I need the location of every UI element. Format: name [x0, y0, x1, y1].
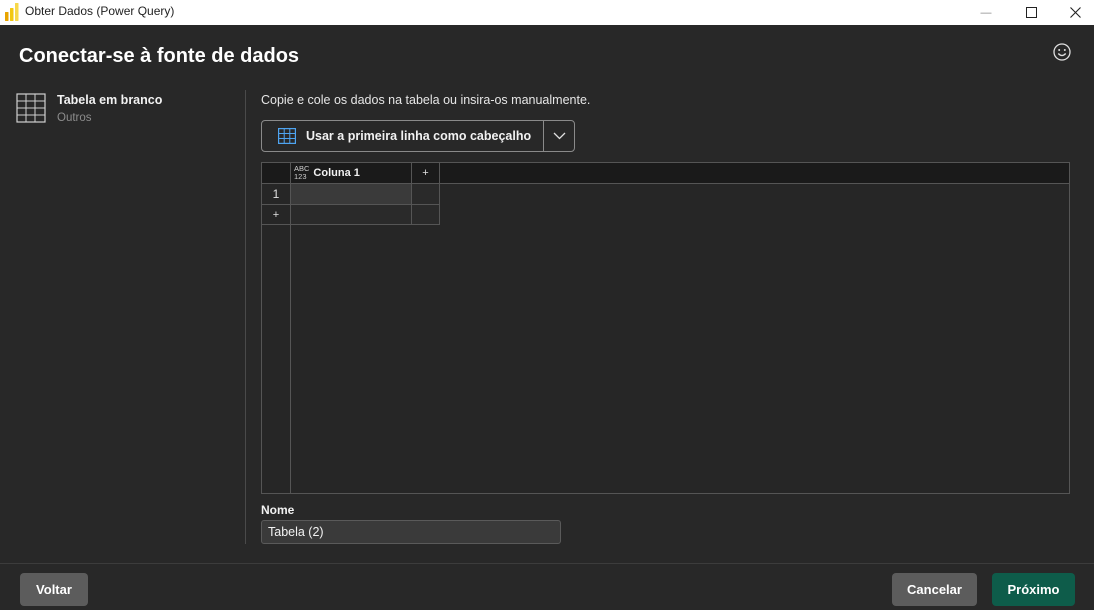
maximize-icon: [1025, 7, 1037, 18]
row-number: 1: [262, 184, 291, 205]
add-column-button[interactable]: +: [412, 163, 440, 184]
page-title: Conectar-se à fonte de dados: [19, 45, 300, 67]
use-first-row-as-header-label: Usar a primeira linha como cabeçalho: [306, 129, 532, 143]
name-label: Nome: [261, 503, 295, 517]
power-bi-icon: [5, 3, 19, 21]
window-title: Obter Dados (Power Query): [25, 4, 175, 18]
panel-divider: [245, 90, 246, 544]
footer-divider: [0, 563, 1094, 564]
grid-cell-r1-empty: [412, 184, 440, 205]
data-source-category: Outros: [57, 112, 92, 124]
minimize-button[interactable]: —: [966, 0, 1006, 25]
type-icon-number: 123: [294, 172, 307, 181]
window-title-bar: Obter Dados (Power Query) —: [0, 0, 1094, 25]
back-button[interactable]: Voltar: [20, 573, 88, 606]
smiley-icon[interactable]: [1052, 42, 1072, 62]
grid-cell-r1-c1[interactable]: [291, 184, 412, 205]
instruction-text: Copie e cole os dados na tabela ou insir…: [261, 93, 591, 107]
next-button[interactable]: Próximo: [992, 573, 1075, 606]
chevron-down-icon: [553, 132, 565, 140]
close-button[interactable]: [1055, 0, 1094, 25]
header-toggle-split-button: Usar a primeira linha como cabeçalho: [261, 120, 575, 152]
table-grid-icon: [16, 93, 46, 123]
close-icon: [1069, 7, 1081, 18]
header-options-dropdown[interactable]: [544, 121, 574, 151]
any-type-icon[interactable]: ABC 123: [294, 165, 309, 181]
table-icon: [278, 128, 296, 144]
data-source-name: Tabela em branco: [57, 93, 163, 107]
cancel-button[interactable]: Cancelar: [892, 573, 977, 606]
table-name-input[interactable]: [261, 520, 561, 544]
data-entry-grid[interactable]: ABC 123 Coluna 1 + 1 +: [261, 162, 1070, 494]
add-row-button[interactable]: +: [262, 205, 291, 225]
grid-cell-new-row: [291, 205, 412, 225]
minimize-icon: —: [980, 6, 992, 19]
data-source-item[interactable]: Tabela em branco Outros: [14, 90, 234, 130]
column-header-coluna-1[interactable]: ABC 123 Coluna 1: [291, 163, 412, 184]
maximize-button[interactable]: [1011, 0, 1051, 25]
use-first-row-as-header-button[interactable]: Usar a primeira linha como cabeçalho: [262, 121, 543, 151]
column-name: Coluna 1: [313, 167, 360, 179]
grid-cell-new-row-empty: [412, 205, 440, 225]
